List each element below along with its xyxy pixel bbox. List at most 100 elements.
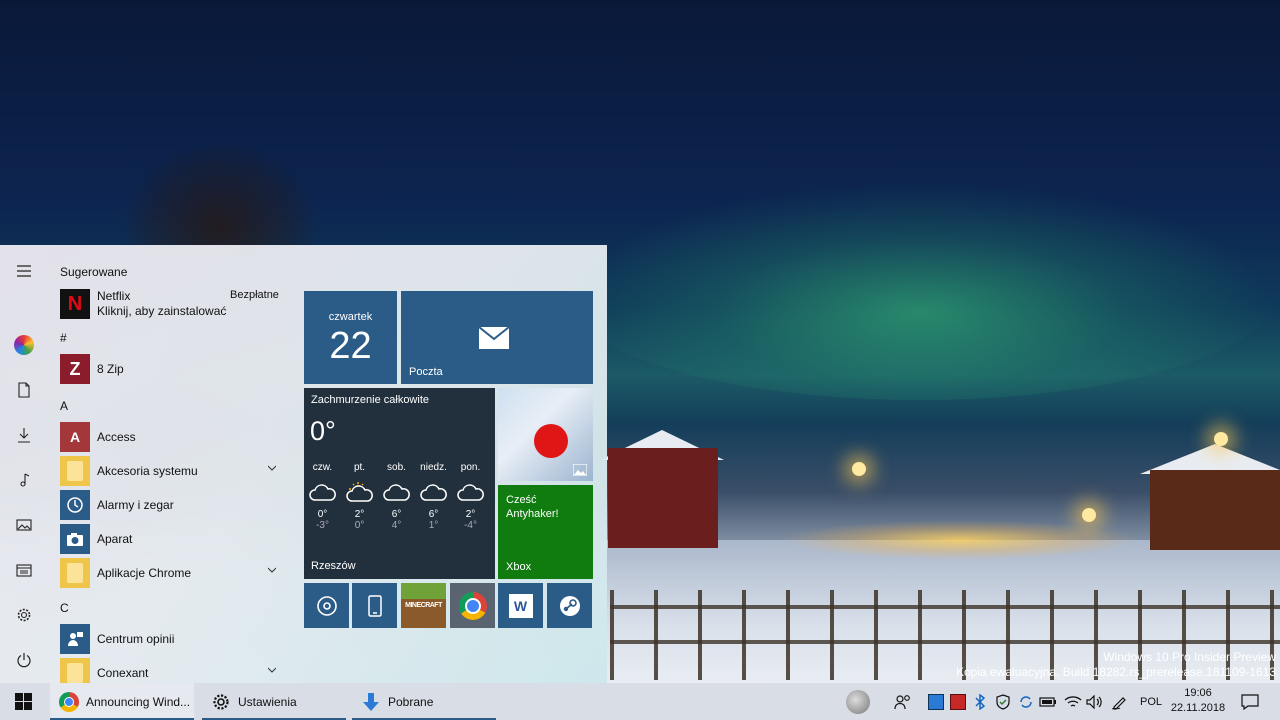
app-alarms-clock[interactable]: Alarmy i zegar: [60, 489, 288, 521]
wifi-button[interactable]: [1062, 683, 1084, 720]
netflix-icon: N: [60, 289, 90, 319]
steam-tile[interactable]: [547, 583, 592, 628]
clock-time: 19:06: [1184, 687, 1212, 699]
taskbar-app-label: Pobrane: [388, 694, 434, 709]
calendar-tile[interactable]: czwartek 22: [304, 291, 397, 384]
chevron-down-icon[interactable]: [268, 566, 276, 574]
minecraft-tile[interactable]: MINECRAFT: [401, 583, 446, 628]
app-8zip[interactable]: Z 8 Zip: [60, 353, 288, 385]
section-header-c[interactable]: C: [60, 601, 69, 615]
downloads-button[interactable]: [0, 415, 48, 455]
tray-app-button[interactable]: [948, 683, 968, 720]
app-accessories-folder[interactable]: Akcesoria systemu: [60, 455, 288, 487]
pictures-icon: [16, 519, 32, 531]
folder-icon: [60, 558, 90, 588]
section-header-hash[interactable]: #: [60, 331, 67, 345]
taskbar: Announcing Wind... Ustawienia Pobrane PO…: [0, 683, 1280, 720]
update-button[interactable]: [1016, 683, 1036, 720]
profile-tray-button[interactable]: [844, 683, 872, 720]
file-explorer-icon: [16, 564, 32, 577]
pen-icon: [1111, 696, 1126, 710]
battery-button[interactable]: [1038, 683, 1058, 720]
documents-button[interactable]: [0, 370, 48, 410]
app-access[interactable]: A Access: [60, 421, 288, 453]
battery-icon: [1039, 696, 1056, 707]
app-label: Centrum opinii: [97, 632, 175, 646]
forecast-high: 6°: [428, 509, 439, 520]
expand-button[interactable]: [0, 251, 48, 291]
action-center-button[interactable]: [1236, 683, 1264, 720]
people-button[interactable]: [890, 683, 916, 720]
music-button[interactable]: [0, 460, 48, 500]
cloud-icon: [382, 484, 410, 501]
forecast-high: 6°: [391, 509, 402, 520]
watermark-line: Kopia ewaluacyjna. Build 18282.rs_prerel…: [955, 665, 1276, 679]
pictures-button[interactable]: [0, 505, 48, 545]
input-language-button[interactable]: POL: [1136, 683, 1166, 720]
app-chrome-apps-folder[interactable]: Aplikacje Chrome: [60, 557, 288, 589]
tree-silhouette: [120, 140, 320, 250]
wifi-icon: [1064, 695, 1082, 707]
volume-button[interactable]: [1084, 683, 1106, 720]
weather-city: Rzeszów: [311, 560, 356, 572]
chrome-tile[interactable]: [450, 583, 495, 628]
forecast-low: 1°: [428, 520, 439, 531]
start-button[interactable]: [0, 683, 46, 720]
taskbar-app-settings[interactable]: Ustawienia: [202, 683, 346, 720]
power-button[interactable]: [0, 640, 48, 680]
tile-label: Xbox: [506, 561, 532, 573]
street-lamp: [1214, 432, 1228, 446]
gear-icon: [210, 691, 232, 713]
forecast-day: sob. 6° 4°: [378, 462, 415, 531]
weather-temperature: 0°: [310, 416, 336, 446]
app-camera[interactable]: Aparat: [60, 523, 288, 555]
photo-preview: [534, 424, 568, 458]
bluetooth-button[interactable]: [970, 683, 990, 720]
forecast-low: -3°: [316, 520, 329, 531]
app-conexant-folder[interactable]: Conexant: [60, 657, 288, 683]
input-language: POL: [1139, 695, 1162, 708]
forecast-low: 0°: [354, 520, 365, 531]
forecast-low: -4°: [464, 520, 477, 531]
forecast-day-name: niedz.: [420, 462, 447, 473]
user-account-button[interactable]: [0, 325, 48, 365]
power-icon: [17, 653, 31, 668]
your-phone-tile[interactable]: [352, 583, 397, 628]
settings-icon: [17, 608, 31, 622]
app-label: 8 Zip: [97, 362, 124, 376]
alarm-clock-icon: [60, 490, 90, 520]
app-label: Conexant: [97, 666, 149, 680]
taskbar-app-chrome[interactable]: Announcing Wind...: [50, 683, 194, 720]
windows-logo-icon: [14, 693, 32, 710]
taskbar-app-label: Announcing Wind...: [86, 694, 191, 709]
word-icon: W: [508, 593, 533, 618]
app-feedback-hub[interactable]: Centrum opinii: [60, 623, 288, 655]
tray-app-button[interactable]: [926, 683, 946, 720]
chevron-down-icon[interactable]: [268, 464, 276, 472]
music-icon: [20, 473, 30, 487]
minecraft-icon: MINECRAFT: [401, 583, 446, 628]
app-list: Sugerowane N Netflix Kliknij, aby zainst…: [52, 245, 292, 683]
word-tile[interactable]: W: [498, 583, 543, 628]
weather-tile[interactable]: Zachmurzenie całkowite 0° czw. 0° -3° pt…: [304, 388, 495, 579]
pen-workspace-button[interactable]: [1108, 683, 1132, 720]
groove-music-tile[interactable]: [304, 583, 349, 628]
settings-button[interactable]: [0, 595, 48, 635]
street-lamp: [1082, 508, 1096, 522]
section-header-a[interactable]: A: [60, 399, 68, 413]
file-explorer-button[interactable]: [0, 550, 48, 590]
security-button[interactable]: [992, 683, 1014, 720]
photos-tile[interactable]: [498, 388, 593, 481]
app-label: Access: [97, 430, 136, 444]
forecast-high: 2°: [354, 509, 365, 520]
clock-button[interactable]: 19:06 22.11.2018: [1168, 686, 1228, 716]
app-name: Netflix: [97, 289, 131, 303]
chevron-down-icon[interactable]: [268, 666, 276, 674]
app-label: Aplikacje Chrome: [97, 566, 192, 580]
xbox-tile[interactable]: Cześć Antyhaker! Xbox: [498, 485, 593, 579]
hamburger-icon: [17, 265, 31, 277]
suggested-netflix[interactable]: N Netflix Kliknij, aby zainstalować Bezp…: [60, 287, 288, 321]
taskbar-app-downloads[interactable]: Pobrane: [352, 683, 496, 720]
downloads-icon: [18, 428, 30, 443]
mail-tile[interactable]: Poczta: [401, 291, 593, 384]
